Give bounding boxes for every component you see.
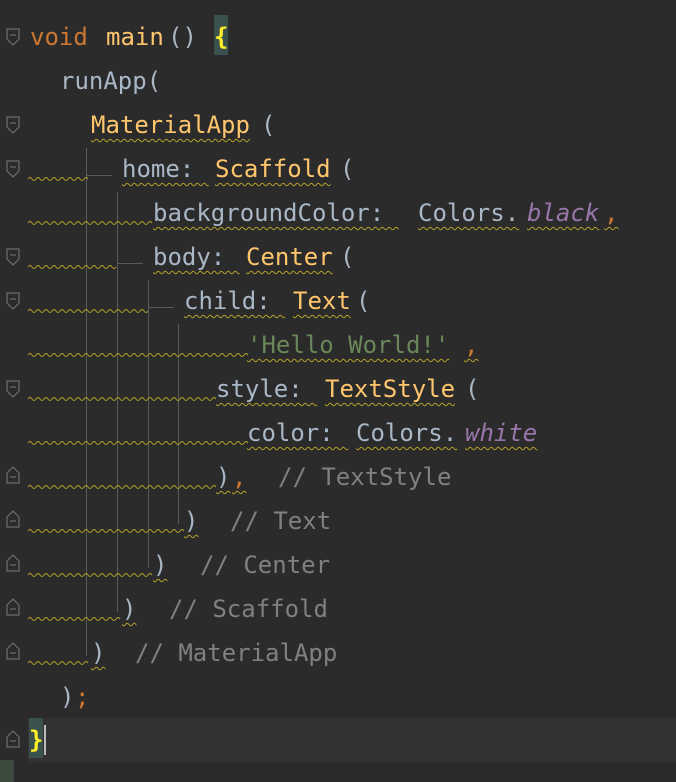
code-line[interactable]: ) // MaterialApp: [0, 631, 337, 675]
close-paren: ): [216, 463, 231, 491]
param-background-color: backgroundColor:: [153, 199, 399, 227]
open-brace-highlighted: {: [214, 15, 229, 55]
param-style: style:: [216, 375, 318, 403]
code-line[interactable]: style: TextStyle (: [0, 367, 479, 411]
class-colors: Colors.: [418, 199, 520, 227]
tree-guide-line: [117, 192, 118, 264]
tree-guide-line: [148, 280, 149, 308]
warning-squiggle: [28, 573, 153, 577]
warning-squiggle: [28, 617, 121, 621]
code-editor[interactable]: void main () { runApp( MaterialApp ( hom…: [0, 0, 676, 782]
paren: (: [340, 155, 355, 183]
comma: ,: [464, 331, 479, 359]
tree-guide-line: [117, 264, 118, 612]
close-paren: ): [91, 639, 106, 667]
closing-label-comment: // Center: [200, 551, 331, 579]
text-caret: [44, 725, 46, 755]
warning-squiggle: [28, 221, 153, 225]
current-line-highlight: [28, 718, 676, 762]
paren: (: [465, 375, 480, 403]
field-white: white: [465, 419, 538, 447]
warning-squiggle: [28, 529, 184, 533]
keyword-void: void: [30, 23, 88, 51]
code-line[interactable]: MaterialApp (: [0, 103, 275, 147]
warning-squiggle: [28, 177, 88, 181]
class-text: Text: [293, 287, 351, 315]
field-black: black: [527, 199, 600, 227]
paren: (: [261, 111, 276, 139]
code-line[interactable]: ) ;: [0, 675, 89, 719]
paren: (: [356, 287, 371, 315]
code-line[interactable]: backgroundColor: Colors. black ,: [0, 191, 618, 235]
close-brace-highlighted: }: [29, 718, 44, 758]
warning-squiggle: [28, 397, 216, 401]
param-home: home:: [122, 155, 209, 183]
closing-label-comment: // MaterialApp: [135, 639, 338, 667]
class-center: Center: [246, 243, 333, 271]
code-line[interactable]: body: Center (: [0, 235, 354, 279]
function-name-main: main: [106, 23, 164, 51]
class-colors: Colors.: [356, 419, 458, 447]
tree-guide-branch: [117, 263, 143, 264]
tree-guide-line: [86, 176, 87, 656]
semicolon: ;: [75, 683, 90, 711]
code-line[interactable]: child: Text (: [0, 279, 370, 323]
code-line[interactable]: ) // Text: [0, 499, 331, 543]
param-child: child:: [184, 287, 286, 315]
parens: (): [168, 23, 197, 51]
comma: ,: [604, 199, 619, 227]
warning-squiggle: [28, 485, 216, 489]
param-body: body:: [153, 243, 240, 271]
code-line[interactable]: home: Scaffold (: [0, 147, 354, 191]
class-text-style: TextStyle: [325, 375, 456, 403]
closing-label-comment: // Scaffold: [169, 595, 328, 623]
warning-squiggle: [28, 265, 117, 269]
code-line[interactable]: runApp(: [0, 59, 161, 103]
close-paren: ): [153, 551, 168, 579]
warning-squiggle: [28, 309, 148, 313]
run-app-call: runApp(: [60, 67, 162, 95]
warning-squiggle: [28, 441, 248, 445]
param-color: color:: [247, 419, 349, 447]
string-literal: 'Hello World!': [247, 331, 450, 359]
closing-label-comment: // Text: [230, 507, 332, 535]
code-line[interactable]: ) // Scaffold: [0, 587, 328, 631]
class-material-app: MaterialApp: [91, 111, 250, 139]
close-paren: ): [184, 507, 199, 535]
close-paren: ): [122, 595, 137, 623]
close-paren: ): [60, 683, 75, 711]
code-line[interactable]: }: [0, 718, 58, 762]
warning-squiggle: [28, 661, 89, 665]
paren: (: [340, 243, 355, 271]
code-line[interactable]: ) , // TextStyle: [0, 455, 451, 499]
tree-guide-branch: [86, 175, 112, 176]
code-line[interactable]: void main () {: [0, 15, 229, 59]
code-line[interactable]: ) // Center: [0, 543, 330, 587]
closing-label-comment: // TextStyle: [278, 463, 452, 491]
tree-guide-branch: [148, 307, 174, 308]
code-line[interactable]: 'Hello World!' ,: [0, 323, 478, 367]
comma: ,: [232, 463, 247, 491]
code-line[interactable]: color: Colors. white: [0, 411, 537, 455]
warning-squiggle: [28, 353, 248, 357]
class-scaffold: Scaffold: [215, 155, 331, 183]
tree-guide-line: [86, 148, 87, 176]
